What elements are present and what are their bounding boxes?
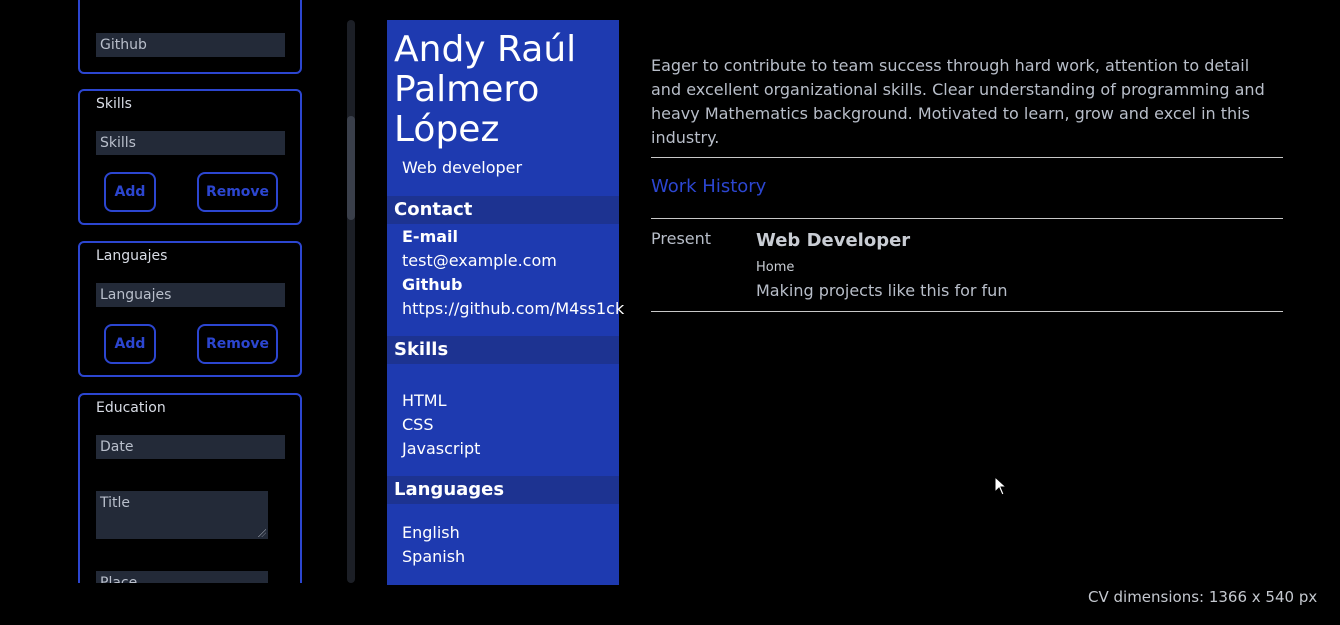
- languages-label: Languajes: [96, 248, 168, 264]
- cv-sidebar: Andy Raúl Palmero López Web developer Co…: [387, 20, 624, 585]
- language-item: English: [402, 523, 460, 542]
- divider: [651, 218, 1283, 219]
- contact-heading: Contact: [387, 196, 619, 224]
- skill-item: CSS: [402, 415, 434, 434]
- mouse-cursor-icon: [994, 476, 1008, 496]
- work-history-heading: Work History: [651, 176, 767, 197]
- cv-role: Web developer: [402, 158, 523, 177]
- editor-scrollbar[interactable]: [347, 20, 355, 583]
- skills-fieldset: Skills Skills Add Remove: [78, 89, 302, 225]
- remove-skill-button[interactable]: Remove: [197, 172, 278, 212]
- education-place-input[interactable]: Place: [96, 571, 268, 583]
- remove-language-button[interactable]: Remove: [197, 324, 278, 364]
- language-item: Spanish: [402, 547, 466, 566]
- github-fieldset: Github: [78, 0, 302, 74]
- education-title-textarea[interactable]: Title: [96, 491, 268, 539]
- divider: [651, 157, 1283, 158]
- cv-editor-panel: Github Skills Skills Add Remove Languaje…: [78, 0, 304, 583]
- email-value: test@example.com: [402, 251, 557, 270]
- github-input[interactable]: Github: [96, 33, 285, 57]
- languages-heading: Languages: [387, 476, 619, 504]
- editor-scrollbar-thumb[interactable]: [347, 116, 355, 220]
- cv-main: Eager to contribute to team success thro…: [651, 54, 1283, 312]
- add-skill-button[interactable]: Add: [104, 172, 156, 212]
- skill-item: HTML: [402, 391, 447, 410]
- work-title: Web Developer: [756, 230, 911, 251]
- education-fieldset: Education Date Title Place: [78, 393, 302, 583]
- education-title-placeholder: Title: [100, 495, 131, 511]
- skills-input[interactable]: Skills: [96, 131, 285, 155]
- skill-item: Javascript: [402, 439, 481, 458]
- work-date: Present: [651, 229, 712, 248]
- languages-input[interactable]: Languajes: [96, 283, 285, 307]
- cv-name: Andy Raúl Palmero López: [394, 29, 577, 150]
- github-value: https://github.com/M4ss1ck: [402, 299, 625, 318]
- work-description: Making projects like this for fun: [756, 281, 1008, 300]
- cv-dimensions-text: CV dimensions: 1366 x 540 px: [1088, 588, 1318, 606]
- education-date-input[interactable]: Date: [96, 435, 285, 459]
- divider: [651, 311, 1283, 312]
- resize-grip-icon[interactable]: [258, 529, 266, 537]
- skills-heading: Skills: [387, 336, 619, 364]
- email-label: E-mail: [402, 227, 459, 246]
- work-company: Home: [756, 260, 795, 275]
- languages-fieldset: Languajes Languajes Add Remove: [78, 241, 302, 377]
- add-language-button[interactable]: Add: [104, 324, 156, 364]
- skills-label: Skills: [96, 96, 132, 112]
- github-label: Github: [402, 275, 463, 294]
- cv-summary: Eager to contribute to team success thro…: [651, 56, 1265, 147]
- education-label: Education: [96, 400, 166, 416]
